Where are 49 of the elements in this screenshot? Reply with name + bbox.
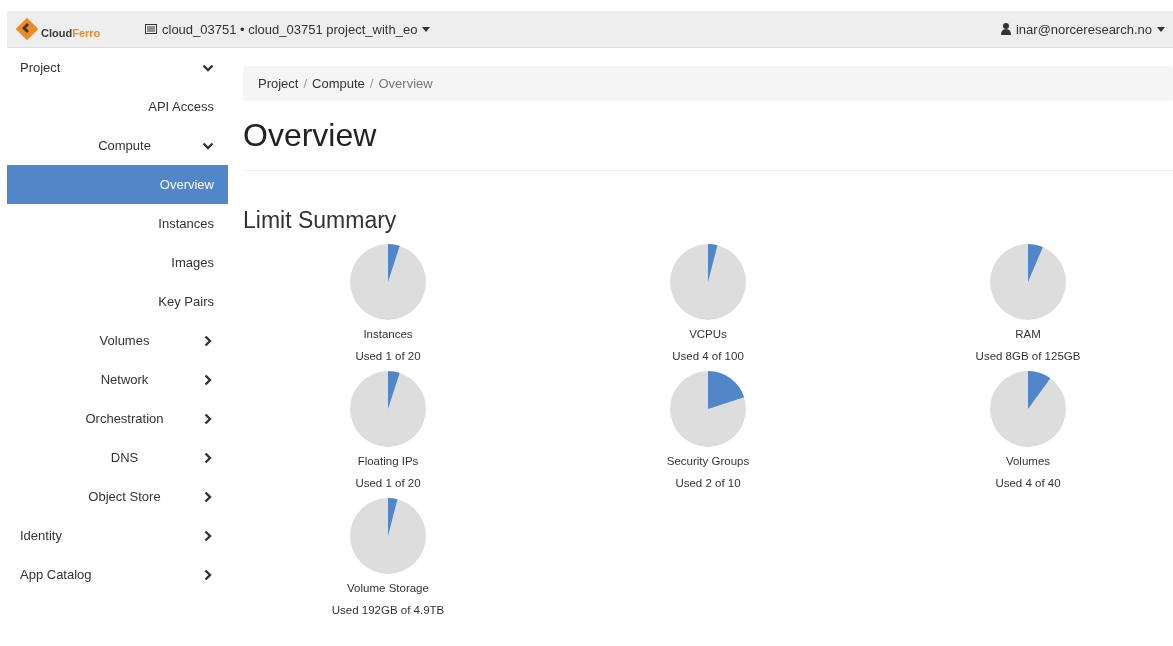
caret-icon: [1157, 26, 1165, 32]
page-title: Overview: [243, 117, 1173, 171]
caret-icon: [422, 26, 431, 32]
chevron-right-icon: [202, 412, 214, 425]
breadcrumb-separator: /: [369, 76, 374, 91]
sidebar-item[interactable]: Compute: [7, 126, 228, 165]
sidebar-item[interactable]: Key Pairs: [7, 282, 228, 321]
sidebar-item[interactable]: Orchestration: [7, 399, 228, 438]
sidebar-item[interactable]: Object Store: [7, 477, 228, 516]
sidebar-item[interactable]: Overview: [7, 165, 228, 204]
sidebar-item[interactable]: Instances: [7, 204, 228, 243]
sidebar-item[interactable]: Project: [7, 48, 228, 87]
limit-name: Security Groups: [666, 455, 750, 467]
limit-name: Floating IPs: [357, 455, 419, 467]
chevron-right-icon: [202, 490, 214, 503]
user-icon: [1000, 23, 1011, 35]
chevron-right-icon: [202, 568, 214, 581]
chevron-right-icon: [202, 373, 214, 386]
limit-name: Volume Storage: [347, 582, 429, 594]
list-icon: [145, 24, 157, 34]
chevron-right-icon: [202, 529, 214, 542]
brand-name: CloudFerro: [41, 27, 101, 39]
chevron-right-icon: [202, 334, 214, 347]
sidebar-item[interactable]: DNS: [7, 438, 228, 477]
breadcrumb-link[interactable]: Compute: [312, 76, 365, 91]
section-title: Limit Summary: [243, 207, 398, 234]
sidebar-item[interactable]: Network: [7, 360, 228, 399]
limit-name: Instances: [363, 328, 413, 340]
chevron-right-icon: [202, 451, 214, 464]
limit-name: VCPUs: [689, 328, 727, 340]
limit-usage: Used 4 of 100: [672, 350, 744, 362]
limit-usage: Used 2 of 10: [675, 477, 741, 489]
limit-usage: Used 192GB of 4.9TB: [331, 604, 445, 616]
breadcrumb-separator: /: [303, 76, 308, 91]
breadcrumb-link[interactable]: Overview: [378, 76, 433, 91]
sidebar-item[interactable]: Images: [7, 243, 228, 282]
user-menu[interactable]: inar@norceresearch.no: [1000, 21, 1165, 37]
limit-name: Volumes: [1005, 455, 1051, 467]
sidebar-item[interactable]: API Access: [7, 87, 228, 126]
sidebar-item[interactable]: App Catalog: [7, 555, 228, 594]
limit-usage: Used 4 of 40: [995, 477, 1061, 489]
limit-name: RAM: [1015, 328, 1041, 340]
project-selector[interactable]: cloud_03751 • cloud_03751 project_with_eo: [145, 21, 431, 37]
limit-usage: Used 1 of 20: [355, 477, 421, 489]
breadcrumb-link[interactable]: Project: [258, 76, 299, 91]
limit-usage: Used 8GB of 125GB: [975, 350, 1081, 362]
limit-usage: Used 1 of 20: [355, 350, 421, 362]
sidebar-item[interactable]: Volumes: [7, 321, 228, 360]
sidebar-item[interactable]: Identity: [7, 516, 228, 555]
